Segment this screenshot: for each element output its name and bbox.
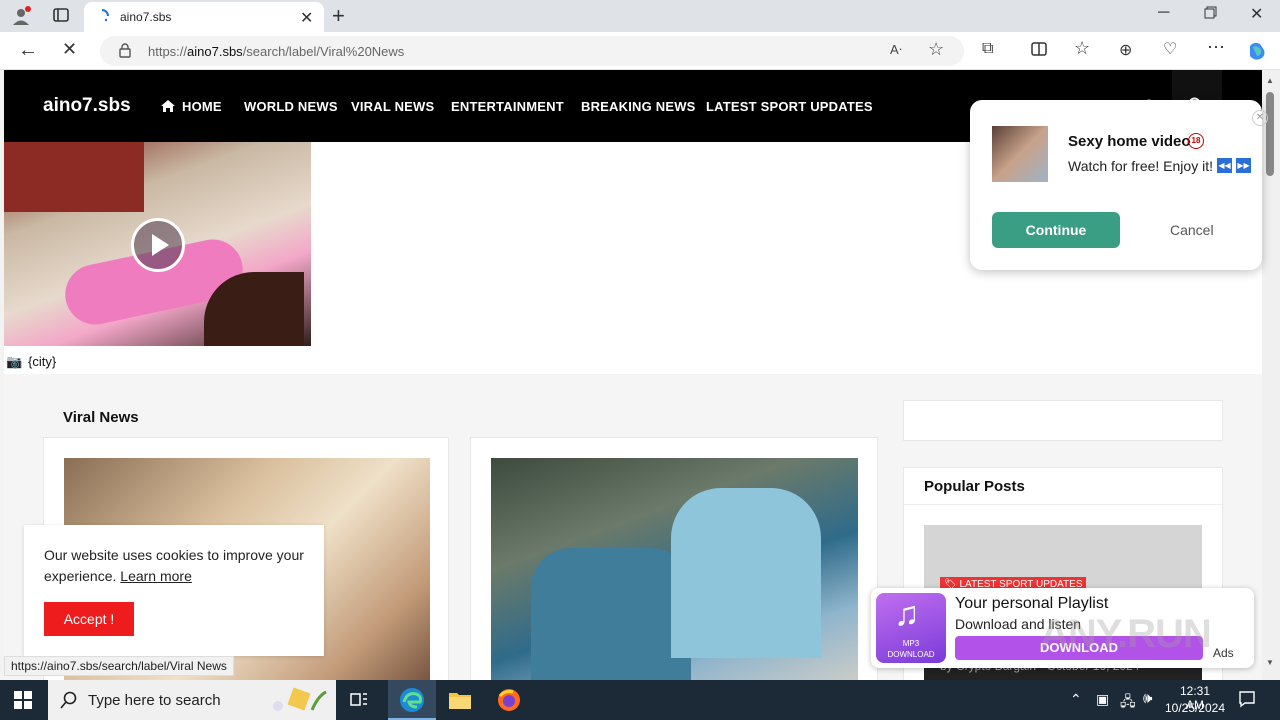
file-explorer-icon[interactable] (448, 689, 472, 711)
search-highlight-icon (268, 686, 328, 714)
nav-entertainment[interactable]: ENTERTAINMENT (451, 99, 564, 114)
tab-title: aino7.sbs (120, 10, 172, 24)
address-bar: ← ✕ https://aino7.sbs/search/label/Viral… (0, 32, 1280, 70)
network-icon[interactable]: 🖧 (1120, 691, 1136, 715)
city-caption: {city} (28, 354, 57, 369)
popular-posts-title: Popular Posts (924, 478, 1025, 495)
taskbar-search-icon (60, 691, 78, 709)
scroll-thumb[interactable] (1266, 92, 1274, 176)
tray-device-icon[interactable]: ▣ (1096, 691, 1109, 708)
url-text: https://aino7.sbs/search/label/Viral%20N… (148, 44, 404, 59)
popup-cancel-button[interactable]: Cancel (1170, 222, 1214, 238)
ad-title: Your personal Playlist (955, 595, 1109, 612)
favorite-star-icon[interactable]: ☆ (928, 39, 944, 60)
lock-icon (118, 42, 132, 58)
popup-thumbnail (992, 126, 1048, 182)
browser-essentials-icon[interactable]: ♡ (1163, 39, 1177, 59)
split-screen-icon[interactable] (1030, 40, 1048, 58)
rewind-icon: ◀◀ (1217, 158, 1232, 173)
cookie-accept-button[interactable]: Accept ! (44, 602, 134, 636)
popup-continue-button[interactable]: Continue (992, 212, 1120, 248)
taskbar-search-placeholder: Type here to search (88, 692, 221, 709)
music-note-icon: ♫ (894, 595, 920, 633)
sidebar-widget-empty (903, 400, 1223, 441)
taskbar-search-box[interactable]: Type here to search (48, 680, 336, 720)
loading-icon (94, 8, 110, 24)
restore-icon[interactable] (1204, 6, 1217, 19)
ads-tag[interactable]: Ads (1213, 646, 1234, 660)
tab-actions-icon[interactable] (50, 6, 72, 28)
mp3-app-icon: ♫ MP3 DOWNLOAD (876, 593, 946, 663)
page-scrollbar[interactable]: ▲ ▼ (1262, 70, 1280, 680)
play-button-icon[interactable] (131, 218, 185, 272)
url-path: /search/label/Viral%20News (242, 44, 405, 59)
site-logo[interactable]: aino7.sbs (43, 95, 131, 117)
popup-continue-label: Continue (1025, 222, 1087, 238)
post-image-2[interactable] (491, 458, 858, 680)
edge-icon (399, 687, 425, 713)
clock-date[interactable]: 10/25/2024 (1163, 701, 1227, 715)
volume-icon[interactable]: 🕪 (1143, 690, 1152, 707)
popup-title: Sexy home video (1068, 133, 1191, 150)
cookie-text: Our website uses cookies to improve your… (44, 545, 314, 587)
status-url-text: https://aino7.sbs/search/label/Viral New… (11, 659, 227, 673)
download-icon-text: DOWNLOAD (887, 650, 935, 659)
tray-chevron-icon[interactable]: ⌃ (1070, 691, 1082, 708)
url-prefix: https:// (148, 44, 188, 59)
popup-subtitle: Watch for free! Enjoy it! (1068, 158, 1213, 174)
stop-loading-icon[interactable]: ✕ (62, 39, 77, 60)
nav-latest-sport-updates[interactable]: LATEST SPORT UPDATES (706, 99, 873, 114)
post-image-2-figure-1 (531, 548, 691, 680)
windows-start-icon[interactable] (14, 691, 32, 709)
mp3-icon-text: MP3 (902, 639, 920, 648)
popup-close-icon[interactable]: ✕ (1252, 110, 1268, 126)
read-aloud-icon[interactable]: Aᐧ (890, 42, 902, 58)
copilot-icon[interactable] (1246, 40, 1268, 62)
more-menu-icon[interactable]: ⋯ (1207, 37, 1225, 58)
post-card-2[interactable] (470, 437, 878, 680)
taskbar: Type here to search ⌃ ▣ 🖧 🕪 12:31 AM 10/… (0, 680, 1280, 720)
profile-icon[interactable] (10, 5, 32, 27)
url-field[interactable]: https://aino7.sbs/search/label/Viral%20N… (100, 36, 964, 66)
notification-popup: ✕ Sexy home video 18 Watch for free! Enj… (970, 100, 1268, 270)
nav-breaking-news[interactable]: BREAKING NEWS (581, 99, 696, 114)
popular-divider (904, 504, 1222, 505)
taskbar-edge-app[interactable] (388, 680, 436, 720)
back-icon[interactable]: ← (18, 39, 38, 62)
scroll-down-icon[interactable]: ▼ (1266, 658, 1274, 667)
cookie-learn-more-link[interactable]: Learn more (120, 568, 192, 584)
status-url-bar: https://aino7.sbs/search/label/Viral New… (4, 656, 234, 676)
post-image-2-figure-2 (671, 488, 821, 658)
scroll-up-icon[interactable]: ▲ (1266, 76, 1274, 85)
watermark: ANY.RUN (1040, 612, 1212, 656)
nav-home[interactable]: HOME (182, 99, 222, 114)
url-host: aino7.sbs (187, 44, 243, 59)
task-view-icon[interactable] (350, 691, 368, 709)
fast-forward-icon: ▶▶ (1236, 158, 1251, 173)
cookie-banner: Our website uses cookies to improve your… (24, 525, 324, 656)
new-tab-icon[interactable]: + (332, 3, 345, 29)
nav-viral-news[interactable]: VIRAL NEWS (351, 99, 434, 114)
nav-world-news[interactable]: WORLD NEWS (244, 99, 338, 114)
video-ad-thumbnail[interactable] (4, 142, 311, 346)
cookie-accept-label: Accept ! (63, 611, 115, 627)
minimize-icon[interactable]: ─ (1158, 4, 1169, 22)
favorites-icon[interactable]: ☆ (1074, 38, 1090, 59)
tab-bar: aino7.sbs ✕ + ─ ✕ (0, 0, 1280, 32)
tab-active[interactable]: aino7.sbs ✕ (84, 2, 324, 32)
close-tab-icon[interactable]: ✕ (300, 8, 313, 28)
thumb-shape-1 (4, 142, 144, 212)
notifications-icon[interactable] (1238, 690, 1256, 708)
adult-18-icon: 18 (1188, 133, 1204, 149)
collections-icon[interactable]: ⊕ (1119, 40, 1132, 60)
extensions-icon[interactable]: ⧉ (982, 40, 993, 58)
home-icon (160, 99, 176, 113)
close-window-icon[interactable]: ✕ (1250, 4, 1263, 24)
camera-icon: 📷 (6, 354, 23, 369)
section-title: Viral News (63, 409, 139, 426)
firefox-icon[interactable] (497, 688, 521, 712)
